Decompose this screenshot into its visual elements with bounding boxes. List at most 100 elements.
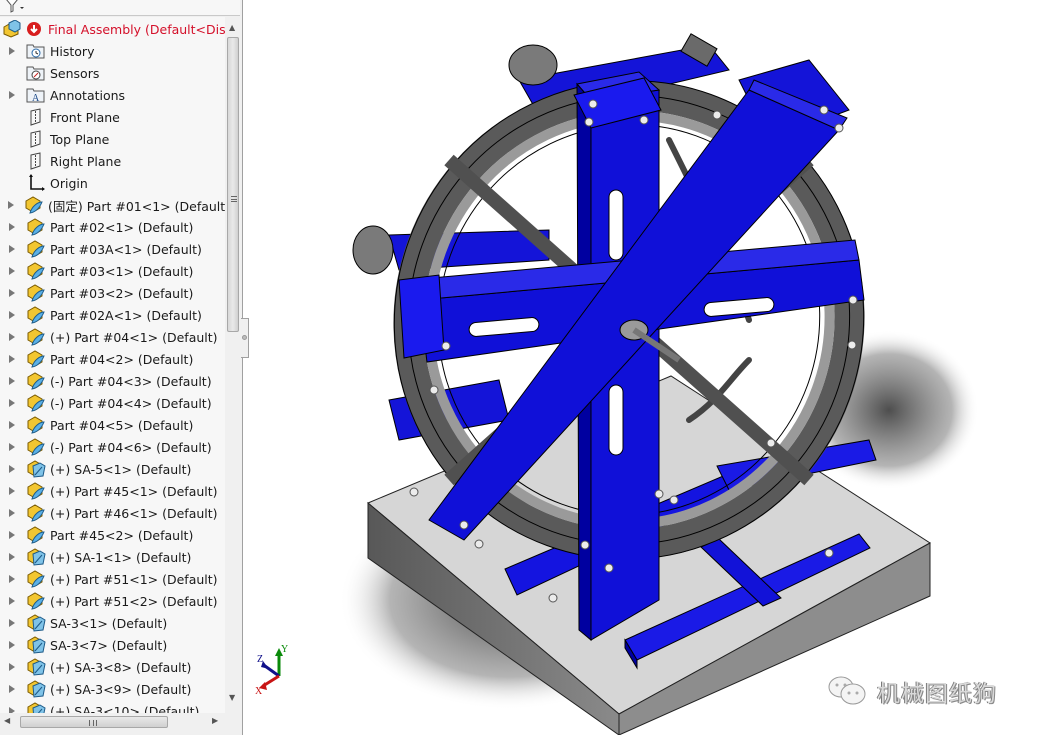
tree-item-label: (-) Part #04<3> (Default): [50, 373, 212, 389]
expand-arrow-icon[interactable]: [8, 288, 16, 298]
scroll-down-arrow-icon[interactable]: ▼: [229, 693, 235, 702]
expand-arrow-icon[interactable]: [8, 574, 16, 584]
tree-item-label: Top Plane: [50, 131, 110, 147]
expand-arrow-icon[interactable]: [8, 332, 16, 342]
part-icon: [26, 328, 46, 346]
expand-arrow-icon[interactable]: [8, 310, 16, 320]
subassembly-icon: [26, 614, 46, 632]
vertical-scroll-thumb[interactable]: [227, 37, 239, 332]
tree-item[interactable]: Sensors: [0, 62, 225, 84]
expand-arrow-icon[interactable]: [8, 464, 16, 474]
tree-item[interactable]: Part #02A<1> (Default): [0, 304, 225, 326]
part-icon: [26, 482, 46, 500]
tree-item-label: (+) SA-5<1> (Default): [50, 461, 192, 477]
expand-arrow-icon[interactable]: [8, 398, 16, 408]
triad-z-label: Z: [257, 654, 263, 665]
axis-triad[interactable]: Y Z X: [253, 644, 293, 697]
tree-item[interactable]: SA-3<7> (Default): [0, 634, 225, 656]
tree-item-label: (+) SA-3<9> (Default): [50, 681, 192, 697]
plane-icon: [26, 108, 46, 126]
expand-arrow-icon[interactable]: [8, 266, 16, 276]
tree-item[interactable]: Part #04<2> (Default): [0, 348, 225, 370]
expand-arrow-icon[interactable]: [8, 90, 16, 100]
3d-model-view[interactable]: [249, 0, 1040, 735]
expand-arrow-icon[interactable]: [8, 640, 16, 650]
tree-item[interactable]: (+) SA-3<9> (Default): [0, 678, 225, 700]
tree-item-label: Part #04<5> (Default): [50, 417, 194, 433]
splitter-dot-icon: [242, 335, 247, 340]
tree-item[interactable]: (固定) Part #01<1> (Default): [0, 194, 225, 216]
tree-item[interactable]: Part #04<5> (Default): [0, 414, 225, 436]
horizontal-scrollbar[interactable]: ◀ ▶: [0, 713, 241, 731]
expand-arrow-icon[interactable]: [8, 244, 16, 254]
tree-item-label: Right Plane: [50, 153, 122, 169]
tree-item[interactable]: Part #45<2> (Default): [0, 524, 225, 546]
expand-arrow-icon[interactable]: [8, 706, 16, 713]
tree-item-label: (+) SA-3<10> (Default): [50, 703, 200, 714]
tree-item[interactable]: (+) SA-1<1> (Default): [0, 546, 225, 568]
wechat-icon: [828, 676, 866, 705]
tree-item[interactable]: Part #03A<1> (Default): [0, 238, 225, 260]
expand-arrow-icon[interactable]: [8, 442, 16, 452]
vertical-scrollbar[interactable]: ▲ ▼: [225, 17, 241, 713]
tree-item-label: Part #03<1> (Default): [50, 263, 194, 279]
tree-item[interactable]: (-) Part #04<6> (Default): [0, 436, 225, 458]
tree-item-label: Part #03A<1> (Default): [50, 241, 202, 257]
tree-item[interactable]: (+) SA-5<1> (Default): [0, 458, 225, 480]
tree-item[interactable]: History: [0, 40, 225, 62]
expand-arrow-icon[interactable]: [8, 376, 16, 386]
tree-item[interactable]: A Annotations: [0, 84, 225, 106]
tree-item[interactable]: Part #03<2> (Default): [0, 282, 225, 304]
expand-arrow-icon[interactable]: [8, 618, 16, 628]
tree-item-label: (-) Part #04<6> (Default): [50, 439, 212, 455]
expand-arrow-icon[interactable]: [8, 222, 16, 232]
tree-item[interactable]: Front Plane: [0, 106, 225, 128]
expand-arrow-icon[interactable]: [8, 662, 16, 672]
expand-arrow-icon[interactable]: [8, 552, 16, 562]
tree-item[interactable]: (+) Part #51<2> (Default): [0, 590, 225, 612]
tree-item-label: (+) Part #04<1> (Default): [50, 329, 218, 345]
expand-arrow-icon[interactable]: [8, 684, 16, 694]
scroll-left-arrow-icon[interactable]: ◀: [4, 716, 10, 725]
tree-item[interactable]: (+) Part #04<1> (Default): [0, 326, 225, 348]
panel-splitter-handle[interactable]: [241, 318, 249, 358]
graphics-area[interactable]: Y Z X 机械图纸狗: [249, 0, 1040, 735]
feature-tree: Final Assembly (Default<Disp History Senso…: [0, 17, 225, 713]
expand-arrow-icon[interactable]: [8, 200, 14, 210]
tree-item[interactable]: (+) SA-3<8> (Default): [0, 656, 225, 678]
tree-item[interactable]: SA-3<1> (Default): [0, 612, 225, 634]
tree-item-label: (+) SA-1<1> (Default): [50, 549, 192, 565]
tree-item[interactable]: (-) Part #04<4> (Default): [0, 392, 225, 414]
expand-arrow-icon[interactable]: [8, 420, 16, 430]
tree-item-label: Front Plane: [50, 109, 120, 125]
tree-item[interactable]: Origin: [0, 172, 225, 194]
sensors-folder-icon: [26, 64, 46, 82]
tree-item[interactable]: (+) Part #51<1> (Default): [0, 568, 225, 590]
filter-bar: [0, 0, 240, 16]
tree-item[interactable]: Part #03<1> (Default): [0, 260, 225, 282]
expand-arrow-icon[interactable]: [8, 508, 16, 518]
scroll-right-arrow-icon[interactable]: ▶: [212, 716, 218, 725]
rebuild-error-icon[interactable]: [26, 20, 42, 38]
expand-arrow-icon[interactable]: [8, 596, 16, 606]
tree-item-label: (+) Part #45<1> (Default): [50, 483, 218, 499]
expand-arrow-icon[interactable]: [8, 46, 16, 56]
tree-item[interactable]: (+) Part #46<1> (Default): [0, 502, 225, 524]
tree-item[interactable]: Right Plane: [0, 150, 225, 172]
tree-item-label: History: [50, 43, 95, 59]
tree-item-label: Part #04<2> (Default): [50, 351, 194, 367]
expand-arrow-icon[interactable]: [8, 486, 16, 496]
tree-item-label: Part #45<2> (Default): [50, 527, 194, 543]
tree-root-assembly[interactable]: Final Assembly (Default<Disp: [0, 18, 225, 40]
expand-arrow-icon[interactable]: [8, 530, 16, 540]
tree-item[interactable]: (+) Part #45<1> (Default): [0, 480, 225, 502]
horizontal-scroll-thumb[interactable]: [20, 716, 168, 728]
tree-item[interactable]: Part #02<1> (Default): [0, 216, 225, 238]
tree-item[interactable]: (+) SA-3<10> (Default): [0, 700, 225, 713]
expand-arrow-icon[interactable]: [8, 354, 16, 364]
tree-item[interactable]: Top Plane: [0, 128, 225, 150]
filter-icon[interactable]: [4, 0, 26, 14]
scroll-up-arrow-icon[interactable]: ▲: [229, 23, 235, 32]
part-icon: [26, 284, 46, 302]
tree-item[interactable]: (-) Part #04<3> (Default): [0, 370, 225, 392]
